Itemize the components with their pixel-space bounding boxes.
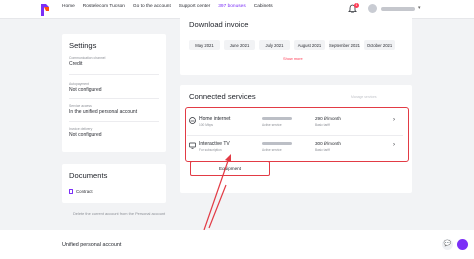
document-icon — [69, 189, 73, 194]
settings-field[interactable]: Communication channel Credit — [69, 56, 105, 67]
field-label: Invoice delivery — [69, 127, 93, 131]
month-button[interactable]: June 2021 — [224, 40, 255, 50]
service-tariff: Basic tariff — [315, 123, 330, 127]
service-name: Interactive TV — [199, 141, 230, 147]
footer-title: Unified personal account — [62, 242, 122, 248]
documents-card: Documents Contract — [62, 164, 166, 203]
assistant-button[interactable] — [457, 239, 468, 250]
service-status: Active service — [262, 123, 282, 127]
service-tariff: Basic tariff — [315, 148, 330, 152]
rostelecom-logo[interactable] — [40, 4, 50, 16]
divider — [69, 98, 159, 99]
month-button[interactable]: May 2021 — [189, 40, 220, 50]
router-icon — [189, 117, 196, 124]
show-more-link[interactable]: Show more — [283, 56, 303, 61]
documents-title: Documents — [69, 171, 108, 180]
nav-bonuses[interactable]: 397 bonuses — [218, 4, 245, 9]
services-title: Connected services — [189, 92, 256, 101]
invoice-title: Download invoice — [189, 20, 249, 29]
service-status: Active service — [262, 148, 282, 152]
month-list: May 2021 June 2021 July 2021 August 2021… — [189, 40, 395, 50]
nav-go-to-account[interactable]: Go to the account — [133, 4, 171, 9]
field-value: Not configured — [69, 132, 102, 138]
service-price: 300 ₽/month — [315, 141, 341, 146]
field-label: Communication channel — [69, 56, 106, 60]
nav-home[interactable]: Home — [62, 4, 75, 9]
nav-cabinets[interactable]: Cabinets — [254, 4, 273, 9]
service-row-internet[interactable]: Home internet 100 Mbps Active service 29… — [187, 111, 403, 134]
chat-icon[interactable]: 💬 — [442, 239, 453, 250]
service-price: 290 ₽/month — [315, 116, 341, 121]
download-invoice-card: Download invoice May 2021 June 2021 July… — [180, 13, 412, 75]
chevron-down-icon[interactable]: ▾ — [418, 5, 421, 11]
connected-services-card: Connected services Manage services Home … — [180, 85, 412, 193]
month-button[interactable]: October 2021 — [364, 40, 395, 50]
avatar[interactable] — [368, 4, 377, 13]
settings-card: Settings Communication channel Credit Au… — [62, 34, 166, 152]
contract-label: Contract — [76, 189, 93, 194]
contract-link[interactable]: Contract — [69, 189, 93, 194]
equipment-button[interactable]: Equipment — [190, 161, 270, 176]
service-speed: 100 Mbps — [199, 123, 213, 127]
settings-field[interactable]: Autopayment Not configured — [69, 82, 102, 93]
service-row-tv[interactable]: Interactive TV For subscription Active s… — [187, 135, 403, 158]
account-name-redacted[interactable] — [381, 7, 415, 11]
divider — [69, 74, 159, 75]
service-address-redacted — [262, 142, 292, 145]
nav-support-center[interactable]: Support center — [179, 4, 210, 9]
nav-links: Home Rostelecom Tucson Go to the account… — [62, 4, 273, 9]
service-address-redacted — [262, 117, 292, 120]
chevron-right-icon[interactable]: › — [393, 117, 395, 123]
field-value: Not configured — [69, 87, 102, 93]
nav-rostelecom-tucson[interactable]: Rostelecom Tucson — [83, 4, 125, 9]
field-label: Autopayment — [69, 82, 89, 86]
notification-badge: 1 — [354, 3, 359, 8]
chevron-right-icon[interactable]: › — [393, 142, 395, 148]
service-name: Home internet — [199, 116, 231, 122]
month-button[interactable]: July 2021 — [259, 40, 290, 50]
field-value: In the unified personal account — [69, 109, 138, 115]
field-label: Service access — [69, 104, 92, 108]
month-button[interactable]: August 2021 — [294, 40, 325, 50]
month-button[interactable]: September 2021 — [329, 40, 360, 50]
service-subscription: For subscription — [199, 148, 222, 152]
footer: Unified personal account — [0, 230, 474, 259]
manage-services-link[interactable]: Manage services — [351, 95, 377, 99]
settings-field[interactable]: Invoice delivery Not configured — [69, 127, 102, 138]
tv-icon — [189, 142, 196, 149]
settings-title: Settings — [69, 41, 97, 50]
divider — [69, 121, 159, 122]
delete-account-link[interactable]: Delete the current account from the Pers… — [73, 211, 165, 216]
field-value: Credit — [69, 61, 83, 67]
settings-field[interactable]: Service access In the unified personal a… — [69, 104, 137, 115]
